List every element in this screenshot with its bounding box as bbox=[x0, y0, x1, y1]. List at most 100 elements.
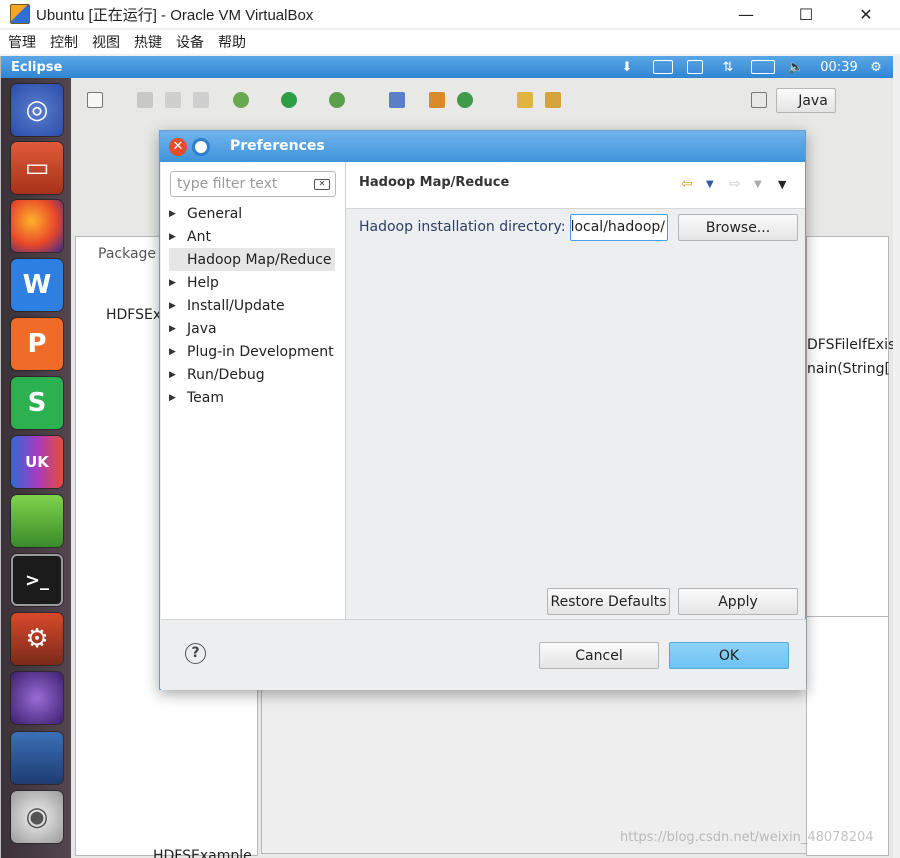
apply-button[interactable]: Apply bbox=[678, 588, 798, 615]
menu-manage[interactable]: 管理 bbox=[8, 32, 36, 52]
java-perspective-label: Java bbox=[798, 92, 828, 109]
tree-item-java[interactable]: ▶ Java bbox=[169, 317, 335, 340]
new-file-icon[interactable] bbox=[87, 92, 103, 108]
active-app-label: Eclipse bbox=[11, 59, 63, 75]
outline-panel: DFSFileIfExis nain(String[ bbox=[806, 236, 893, 666]
tree-item-install-update[interactable]: ▶ Install/Update bbox=[169, 294, 335, 317]
expand-arrow-icon[interactable]: ▶ bbox=[169, 393, 187, 403]
open-type-icon[interactable] bbox=[517, 92, 533, 108]
wps-presentation-icon[interactable]: P bbox=[11, 318, 63, 370]
virtualbox-icon bbox=[10, 4, 30, 24]
calendar-icon[interactable] bbox=[687, 60, 703, 74]
ok-button[interactable]: OK bbox=[669, 642, 789, 669]
tree-item-run-debug[interactable]: ▶ Run/Debug bbox=[169, 363, 335, 386]
keyboard-icon[interactable] bbox=[653, 60, 673, 74]
dialog-maximize-button[interactable] bbox=[192, 138, 210, 156]
project-tree-item[interactable]: HDFSEx bbox=[106, 307, 161, 323]
dialog-title: Preferences bbox=[230, 138, 325, 154]
system-settings-icon[interactable]: ⚙ bbox=[11, 613, 63, 665]
battery-icon[interactable] bbox=[751, 60, 775, 74]
external-tools-icon[interactable] bbox=[329, 92, 345, 108]
print-icon[interactable] bbox=[193, 92, 209, 108]
debug-icon[interactable] bbox=[233, 92, 249, 108]
tree-item-hadoop[interactable]: Hadoop Map/Reduce bbox=[169, 248, 335, 271]
tree-item-plugin-development[interactable]: ▶ Plug-in Development bbox=[169, 340, 335, 363]
minimize-button[interactable]: — bbox=[716, 0, 776, 28]
expand-arrow-icon[interactable]: ▶ bbox=[169, 324, 187, 334]
dialog-close-button[interactable]: ✕ bbox=[169, 138, 187, 156]
filter-placeholder: type filter text bbox=[177, 176, 278, 192]
bottom-project-item[interactable]: HDFSExample bbox=[153, 848, 252, 858]
clock[interactable]: 00:39 bbox=[819, 58, 859, 76]
page-header: Hadoop Map/Reduce ⇦ ▼ ⇨ ▼ ▼ bbox=[346, 162, 805, 209]
cancel-button[interactable]: Cancel bbox=[539, 642, 659, 669]
firefox-icon[interactable] bbox=[11, 200, 63, 252]
window-title: Ubuntu [正在运行] - Oracle VM VirtualBox bbox=[36, 6, 314, 24]
outline-item-1[interactable]: DFSFileIfExis bbox=[807, 337, 893, 353]
maximize-button[interactable]: ☐ bbox=[776, 0, 836, 28]
filter-input[interactable]: type filter text ✕ bbox=[170, 171, 336, 197]
expand-arrow-icon[interactable]: ▶ bbox=[169, 301, 187, 311]
download-icon[interactable]: ⬇ bbox=[616, 58, 638, 76]
expand-arrow-icon[interactable]: ▶ bbox=[169, 232, 187, 242]
text-editor-icon[interactable] bbox=[11, 732, 63, 784]
ubuntu-kylin-icon[interactable]: UK bbox=[11, 436, 63, 488]
hadoop-dir-input[interactable]: /usr/local/hadoop bbox=[570, 214, 668, 241]
outline-item-2[interactable]: nain(String[ bbox=[807, 361, 890, 377]
help-icon[interactable]: ? bbox=[185, 643, 206, 664]
network-icon[interactable]: ⇅ bbox=[718, 58, 738, 76]
disc-icon[interactable]: ◉ bbox=[11, 791, 63, 843]
menu-hotkey[interactable]: 热键 bbox=[134, 32, 162, 52]
eclipse-icon[interactable] bbox=[11, 672, 63, 724]
dialog-button-bar: ? Cancel OK bbox=[161, 619, 806, 690]
browse-button[interactable]: Browse... bbox=[678, 214, 798, 241]
terminal-icon[interactable]: >_ bbox=[11, 554, 63, 606]
expand-arrow-icon[interactable]: ▶ bbox=[169, 347, 187, 357]
forward-arrow-icon[interactable]: ⇨ bbox=[729, 176, 741, 192]
page-title: Hadoop Map/Reduce bbox=[359, 175, 510, 190]
file-cabinet-icon[interactable]: ▭ bbox=[11, 142, 63, 194]
java-perspective-button[interactable]: Java bbox=[776, 88, 836, 113]
close-window-button[interactable]: ✕ bbox=[836, 0, 896, 28]
menu-devices[interactable]: 设备 bbox=[176, 32, 204, 52]
dialog-title-bar: ✕ Preferences bbox=[160, 131, 805, 162]
search-icon[interactable] bbox=[545, 92, 561, 108]
menu-control[interactable]: 控制 bbox=[50, 32, 78, 52]
wps-spreadsheet-icon[interactable]: S bbox=[11, 377, 63, 429]
hadoop-dir-label: Hadoop installation directory: bbox=[359, 219, 566, 235]
menu-view[interactable]: 视图 bbox=[92, 32, 120, 52]
skip-breakpoints-icon[interactable] bbox=[389, 92, 405, 108]
expand-arrow-icon[interactable]: ▶ bbox=[169, 209, 187, 219]
back-dropdown-icon[interactable]: ▼ bbox=[706, 179, 714, 190]
bottom-right-panel bbox=[806, 616, 889, 856]
menu-help[interactable]: 帮助 bbox=[218, 32, 246, 52]
expand-arrow-icon[interactable]: ▶ bbox=[169, 370, 187, 380]
tree-item-help[interactable]: ▶ Help bbox=[169, 271, 335, 294]
settings-gear-icon[interactable]: ⚙ bbox=[866, 58, 886, 76]
tree-item-general[interactable]: ▶ General bbox=[169, 202, 335, 225]
software-center-icon[interactable] bbox=[11, 495, 63, 547]
ubuntu-top-panel: Eclipse ⬇ ⇅ 🔈 00:39 ⚙ bbox=[1, 56, 893, 78]
clear-filter-icon[interactable]: ✕ bbox=[314, 179, 330, 190]
back-arrow-icon[interactable]: ⇦ bbox=[681, 176, 693, 192]
host-menubar: 管理 控制 视图 热键 设备 帮助 bbox=[0, 30, 900, 54]
new-java-package-icon[interactable] bbox=[429, 92, 445, 108]
new-class-icon[interactable] bbox=[457, 92, 473, 108]
watermark: https://blog.csdn.net/weixin_48078204 bbox=[620, 830, 874, 845]
forward-dropdown-icon[interactable]: ▼ bbox=[754, 179, 762, 190]
tree-item-team[interactable]: ▶ Team bbox=[169, 386, 335, 409]
unity-launcher: ◎ ▭ W P S UK >_ ⚙ ◉ bbox=[1, 78, 71, 858]
run-icon[interactable] bbox=[281, 92, 297, 108]
tree-item-ant[interactable]: ▶ Ant bbox=[169, 225, 335, 248]
view-menu-icon[interactable]: ▼ bbox=[778, 178, 786, 191]
restore-defaults-button[interactable]: Restore Defaults bbox=[547, 588, 670, 615]
ubuntu-dash-icon[interactable]: ◎ bbox=[11, 84, 63, 136]
save-all-icon[interactable] bbox=[165, 92, 181, 108]
preferences-dialog: ✕ Preferences type filter text ✕ ▶ Genera… bbox=[159, 130, 806, 690]
wps-writer-icon[interactable]: W bbox=[11, 259, 63, 311]
save-icon[interactable] bbox=[137, 92, 153, 108]
volume-icon[interactable]: 🔈 bbox=[785, 58, 807, 76]
open-perspective-icon[interactable] bbox=[751, 92, 767, 108]
package-explorer-tab[interactable]: Package bbox=[98, 246, 156, 262]
expand-arrow-icon[interactable]: ▶ bbox=[169, 278, 187, 288]
